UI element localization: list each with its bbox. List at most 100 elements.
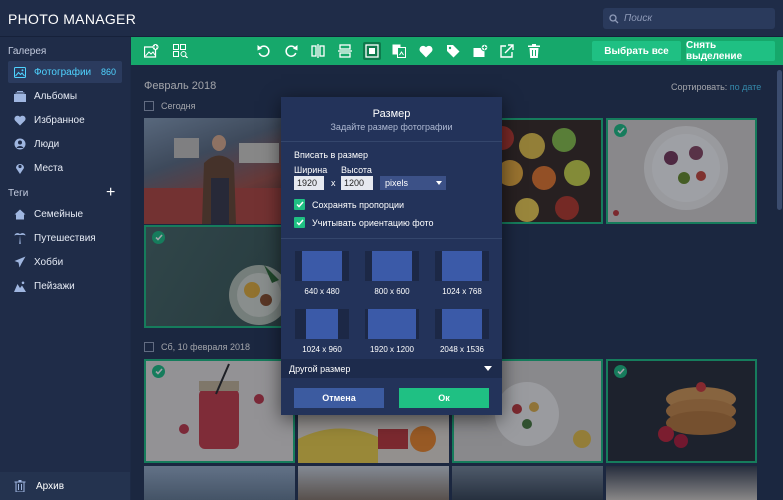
ok-button[interactable]: Ок [399,388,489,408]
plane-icon [14,256,26,268]
deselect-button[interactable]: Снять выделение [686,40,775,62]
times-label: x [331,178,336,188]
sidebar-item-label: Избранное [34,114,85,126]
cancel-button[interactable]: Отмена [294,388,384,408]
keep-ratio-label: Сохранять пропорции [312,199,405,210]
photo-thumbnail[interactable] [606,359,757,463]
search-box[interactable] [603,8,775,29]
sidebar-item-travel[interactable]: Путешествия [8,227,122,249]
photo-thumbnail[interactable] [606,466,757,500]
tags-section-title: Теги [8,188,29,199]
preset-frame [295,309,349,339]
group-date-header: Февраль 2018 [144,80,217,92]
sidebar-item-label: Путешествия [34,232,96,244]
share-icon[interactable] [498,42,516,60]
sidebar-item-places[interactable]: Места [8,157,122,179]
scrollbar[interactable] [777,70,782,210]
selected-check-icon [614,124,627,137]
selected-check-icon [614,365,627,378]
chevron-down-icon [484,366,492,371]
tag-icon[interactable] [444,42,462,60]
sort-value[interactable]: по дате [730,82,761,92]
sidebar-item-family[interactable]: Семейные [8,203,122,225]
preset-label: 1024 x 960 [302,345,342,354]
add-tag-icon[interactable]: + [106,185,115,201]
photo-image [658,382,736,448]
convert-icon[interactable] [390,42,408,60]
sidebar-item-albums[interactable]: Альбомы [8,85,122,107]
preset-2048x1536[interactable]: 2048 x 1536 [431,306,493,356]
sidebar-item-hobby[interactable]: Хобби [8,251,122,273]
resize-icon[interactable] [363,42,381,60]
keep-ratio-option[interactable]: Сохранять пропорции [294,199,404,210]
unit-value: pixels [385,178,409,188]
preset-label: 800 x 600 [374,287,410,296]
preset-preview [302,251,342,281]
other-size-dropdown[interactable]: Другой размер [281,359,502,378]
flip-vertical-icon[interactable] [336,42,354,60]
archive-label: Архив [36,480,65,492]
rotate-right-icon[interactable] [282,42,300,60]
trash-icon[interactable] [525,42,543,60]
preset-frame [295,251,349,281]
width-field[interactable] [294,176,324,190]
landscape-icon [14,280,26,292]
dialog-subtitle: Задайте размер фотографии [330,122,453,132]
sidebar-item-label: Хобби [34,256,64,268]
select-all-button[interactable]: Выбрать все [592,41,681,61]
sort-label: Сортировать: [671,82,728,92]
sidebar-item-landscapes[interactable]: Пейзажи [8,275,122,297]
heart-icon[interactable] [417,42,435,60]
archive-button[interactable]: Архив [0,472,130,500]
sort-control[interactable]: Сортировать: по дате [671,82,761,92]
preset-preview [306,309,338,339]
add-photo-icon[interactable] [142,42,160,60]
sidebar-item-label: Люди [34,138,60,150]
checkbox-checked-icon[interactable] [294,199,305,210]
preset-frame [435,309,489,339]
preset-preview [442,309,482,339]
palm-icon [14,232,26,244]
photo-image [144,135,295,224]
width-label: Ширина [294,165,328,175]
scan-icon[interactable] [171,42,189,60]
add-to-album-icon[interactable] [471,42,489,60]
checkbox-checked-icon[interactable] [294,217,305,228]
flip-horizontal-icon[interactable] [309,42,327,60]
selected-check-icon [152,231,165,244]
height-field[interactable] [341,176,373,190]
resize-dialog: Размер Задайте размер фотографии Вписать… [281,97,502,415]
photo-thumbnail[interactable] [144,118,295,224]
sidebar-item-label: Пейзажи [34,280,75,292]
albums-icon [14,90,26,102]
unit-select[interactable]: pixels [380,176,446,190]
preset-640x480[interactable]: 640 x 480 [291,248,353,298]
sidebar-item-people[interactable]: Люди [8,133,122,155]
photo-thumbnail[interactable] [144,466,295,500]
checkbox[interactable] [144,101,154,111]
preset-frame [435,251,489,281]
orientation-option[interactable]: Учитывать ориентацию фото [294,217,434,228]
preset-1920x1200[interactable]: 1920 x 1200 [361,306,423,356]
group-checkbox-label: Сб, 10 февраля 2018 [161,342,251,352]
rotate-left-icon[interactable] [255,42,273,60]
photo-thumbnail[interactable] [452,466,603,500]
photo-thumbnail[interactable] [298,466,449,500]
orientation-label: Учитывать ориентацию фото [312,217,434,228]
preset-1024x768[interactable]: 1024 x 768 [431,248,493,298]
preset-1024x960[interactable]: 1024 x 960 [291,306,353,356]
group-checkbox-label: Сегодня [161,101,196,111]
preset-label: 2048 x 1536 [439,345,485,354]
preset-preview [442,251,482,281]
photo-thumbnail[interactable] [606,118,757,224]
search-icon [609,13,619,24]
group-checkbox-today[interactable]: Сегодня [144,101,196,111]
preset-800x600[interactable]: 800 x 600 [361,248,423,298]
group-checkbox-feb10[interactable]: Сб, 10 февраля 2018 [144,342,250,352]
height-label: Высота [341,165,372,175]
photo-thumbnail[interactable] [144,359,295,463]
sidebar-item-photos[interactable]: Фотографии 860 [8,61,122,83]
search-input[interactable] [624,13,764,24]
sidebar-item-favorites[interactable]: Избранное [8,109,122,131]
checkbox[interactable] [144,342,154,352]
